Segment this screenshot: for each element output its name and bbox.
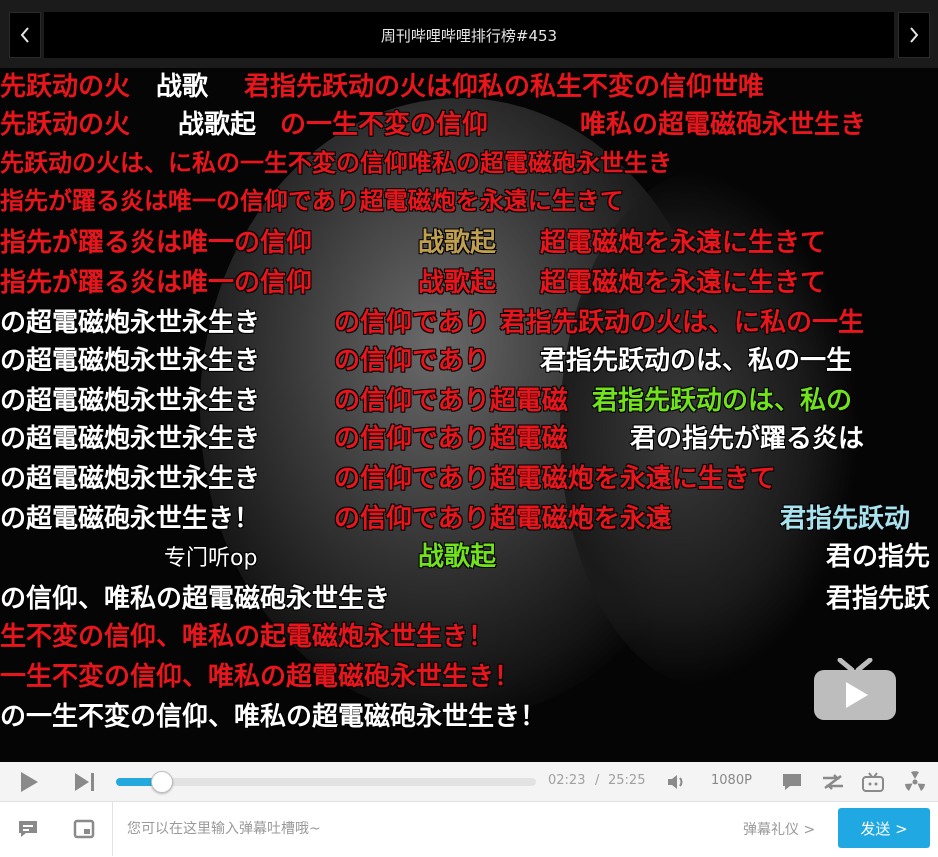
loop-button[interactable]: [820, 770, 846, 794]
danmaku-19: の信仰であり: [334, 346, 490, 376]
play-icon: [21, 772, 38, 792]
danmaku-37: 生不変の信仰、唯私の起電磁炮永世生き！: [0, 622, 495, 652]
loop-icon: [823, 774, 843, 790]
danmaku-21: の超電磁炮永世永生き: [0, 386, 261, 416]
danmaku-26: 君の指先が躍る炎は: [630, 424, 865, 454]
tv-mode-button[interactable]: [860, 770, 886, 794]
prev-video-button[interactable]: [9, 12, 41, 58]
danmaku-bubble-icon: [783, 774, 801, 790]
danmaku-9: 指先が躍る炎は唯一の信仰: [0, 228, 313, 258]
danmaku-34: 君の指先: [826, 542, 931, 572]
danmaku-12: 指先が躍る炎は唯一の信仰: [0, 268, 313, 298]
danmaku-20: 君指先跃动のは、私の一生: [540, 346, 853, 376]
title-bar: 周刊哔哩哔哩排行榜#453: [0, 0, 938, 68]
video-title: 周刊哔哩哔哩排行榜#453: [380, 26, 558, 45]
danmaku-36: 君指先跃: [826, 584, 931, 614]
danmaku-16: の信仰であり: [334, 308, 490, 338]
danmaku-30: の信仰であり超電磁炮を永遠: [334, 504, 672, 534]
danmaku-etiquette-link[interactable]: 弹幕礼仪 >: [743, 819, 815, 839]
settings-button[interactable]: [902, 770, 928, 794]
video-title-box: 周刊哔哩哔哩排行榜#453: [44, 12, 894, 58]
danmaku-24: の超電磁炮永世永生き: [0, 424, 261, 454]
duration: 25:25: [608, 773, 646, 788]
danmaku-10: 战歌起: [418, 228, 497, 258]
danmaku-13: 战歌起: [418, 268, 497, 298]
danmaku-18: の超電磁炮永世永生き: [0, 346, 261, 376]
danmaku-28: の信仰であり超電磁炮を永遠に生きて: [334, 464, 776, 494]
radiation-icon: [905, 771, 925, 791]
danmaku-0: 先跃动の火: [0, 72, 131, 102]
danmaku-toggle-button[interactable]: [780, 770, 804, 794]
danmaku-8: 指先が躍る炎は唯一の信仰であり超電磁炮を永遠に生きて: [0, 187, 624, 215]
next-episode-button[interactable]: [70, 768, 100, 796]
video-player[interactable]: 先跃动の火 战歌 君指先跃动の火は仰私の私生不変の信仰世唯 先跃动の火 战歌起 …: [0, 68, 938, 762]
danmaku-11: 超電磁炮を永遠に生きて: [540, 228, 827, 258]
danmaku-5: の一生不変の信仰: [280, 110, 489, 140]
danmaku-input-bar: 弹幕礼仪 >: [0, 802, 938, 857]
danmaku-31: 君指先跃动: [780, 504, 911, 534]
danmaku-17: 君指先跃动の火は、に私の一生: [500, 308, 865, 338]
chevron-right-icon: [910, 27, 919, 43]
danmaku-1: 战歌: [156, 72, 209, 102]
danmaku-32: 专门听op: [164, 546, 258, 571]
progress-handle[interactable]: [151, 771, 174, 793]
volume-icon: [668, 775, 683, 789]
current-time: 02:23: [548, 773, 586, 788]
danmaku-2: 君指先跃动の火は仰私の私生不変の信仰世唯: [244, 72, 765, 102]
pip-button[interactable]: [70, 816, 98, 842]
danmaku-3: 先跃动の火: [0, 110, 131, 140]
play-button[interactable]: [14, 768, 44, 796]
time-separator: /: [595, 773, 600, 788]
danmaku-style-button[interactable]: [14, 816, 42, 842]
danmaku-39: の一生不変の信仰、唯私の超電磁砲永世生き！: [0, 702, 547, 732]
skip-next-icon: [75, 773, 94, 791]
picture-in-picture-icon: [73, 819, 95, 839]
send-button[interactable]: 发送 >: [838, 808, 930, 848]
tv-icon: [862, 772, 884, 792]
danmaku-27: の超電磁炮永世永生き: [0, 464, 261, 494]
chevron-left-icon: [20, 27, 29, 43]
danmaku-23: 君指先跃动のは、私の: [592, 386, 853, 416]
danmaku-15: の超電磁炮永世永生き: [0, 308, 261, 338]
danmaku-22: の信仰であり超電磁: [334, 386, 568, 416]
danmaku-4: 战歌起: [178, 110, 257, 140]
danmaku-33: 战歌起: [418, 542, 497, 572]
danmaku-35: の信仰、唯私の超電磁砲永世生き: [0, 584, 391, 614]
quality-selector[interactable]: 1080P: [711, 773, 752, 788]
danmaku-input[interactable]: [112, 802, 832, 856]
danmaku-25: の信仰であり超電磁: [334, 424, 568, 454]
comment-icon: [19, 821, 37, 837]
danmaku-6: 唯私の超電磁砲永世生き: [580, 110, 867, 140]
danmaku-7: 先跃动の火は、に私の一生不変の信仰唯私の超電磁砲永世生き: [0, 149, 672, 177]
danmaku-29: の超電磁砲永世生き！: [0, 504, 261, 534]
progress-bar[interactable]: [116, 771, 536, 793]
danmaku-38: 一生不変の信仰、唯私の超電磁砲永世生き！: [0, 662, 521, 692]
volume-button[interactable]: [664, 772, 688, 792]
bilibili-tv-logo-icon: [814, 658, 896, 720]
player-control-bar: 02:23 / 25:25 1080P: [0, 762, 938, 802]
next-video-button[interactable]: [898, 12, 930, 58]
danmaku-14: 超電磁炮を永遠に生きて: [540, 268, 827, 298]
